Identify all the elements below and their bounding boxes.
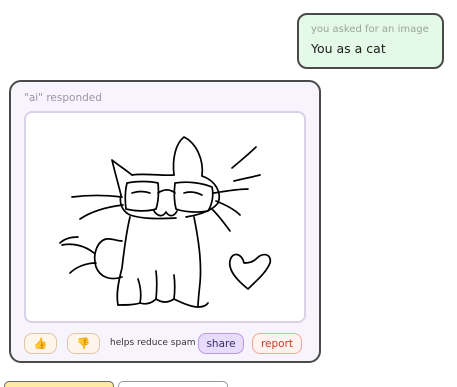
thumbs-up-icon: 👍	[33, 337, 48, 350]
report-button[interactable]: report	[252, 333, 302, 354]
cat-doodle-image	[59, 136, 272, 308]
bottom-tab-secondary[interactable]	[118, 381, 228, 387]
thumbs-up-button[interactable]: 👍	[24, 333, 57, 354]
response-actions: 👍 👎 helps reduce spam share report	[24, 333, 314, 355]
thumbs-down-button[interactable]: 👎	[67, 333, 100, 354]
chat-screen: you asked for an image You as a cat "ai"…	[0, 0, 457, 387]
share-button[interactable]: share	[198, 333, 244, 354]
generated-image-frame	[24, 111, 306, 323]
spam-note: helps reduce spam	[110, 338, 196, 348]
bottom-tab-primary[interactable]	[4, 381, 114, 387]
ai-response-header: "ai" responded	[24, 92, 102, 104]
thumbs-down-icon: 👎	[76, 337, 91, 350]
user-message-caption: you asked for an image	[311, 24, 429, 35]
user-message-text: You as a cat	[311, 41, 386, 56]
user-message-bubble: you asked for an image You as a cat	[297, 13, 444, 69]
ai-response-card: "ai" responded 👍 👎 helps reduce spam sha…	[9, 80, 321, 363]
